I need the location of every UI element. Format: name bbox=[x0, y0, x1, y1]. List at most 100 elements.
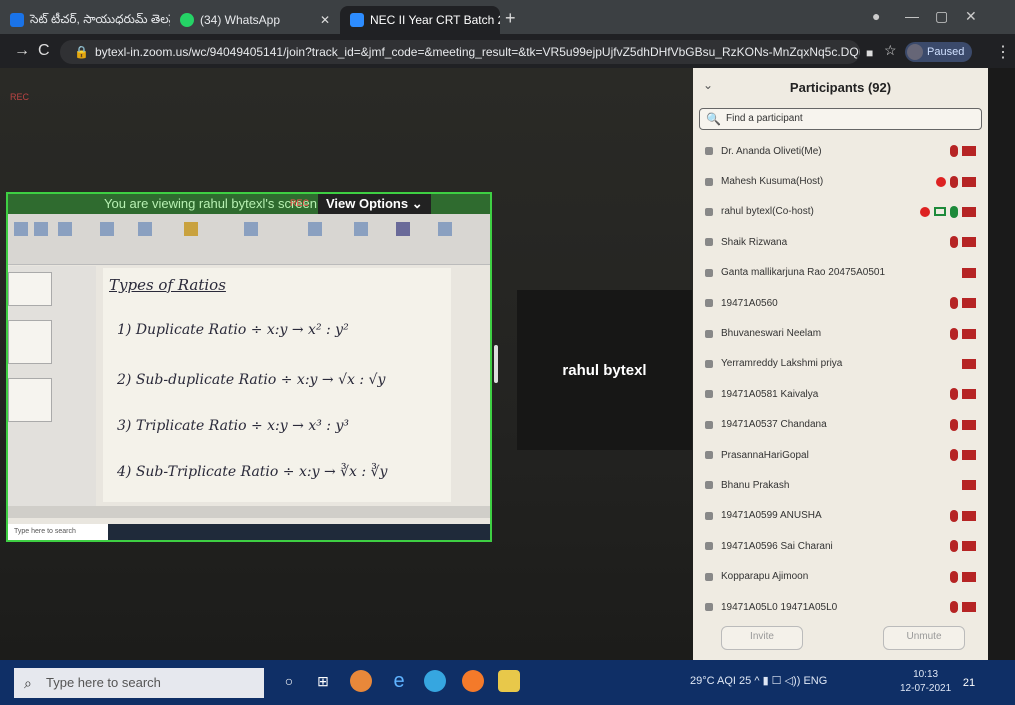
view-options-label: View Options bbox=[326, 196, 409, 211]
slide-thumbnail[interactable] bbox=[8, 320, 52, 364]
participant-row[interactable]: Bhuvaneswari Neelam bbox=[693, 318, 988, 348]
avatar bbox=[705, 238, 713, 247]
tab-label: NEC II Year CRT Batch 2 bbox=[370, 13, 500, 27]
video-off-icon bbox=[962, 389, 976, 400]
mic-muted-icon bbox=[950, 327, 958, 340]
invite-button[interactable]: Invite bbox=[721, 626, 803, 650]
ribbon-icon bbox=[138, 222, 152, 236]
minimize-button[interactable]: — bbox=[905, 8, 919, 24]
participant-row[interactable]: Shaik Rizwana bbox=[693, 227, 988, 257]
participant-row[interactable]: 19471A0581 Kaivalya bbox=[693, 379, 988, 409]
panel-title: Participants (92) bbox=[789, 80, 892, 95]
avatar bbox=[705, 207, 713, 216]
participant-status-icons bbox=[906, 509, 988, 522]
shared-screen[interactable]: You are viewing rahul bytexl's screen RE… bbox=[6, 192, 492, 542]
participant-name: 19471A0537 Chandana bbox=[721, 419, 827, 431]
video-off-icon bbox=[962, 267, 976, 278]
participant-name: PrasannaHariGopal bbox=[721, 449, 809, 461]
avatar bbox=[705, 603, 713, 612]
forward-arrow-icon[interactable]: → bbox=[14, 42, 30, 60]
avatar bbox=[705, 329, 713, 338]
participant-row[interactable]: 19471A0596 Sai Charani bbox=[693, 531, 988, 561]
participant-row[interactable]: 19471A0599 ANUSHA bbox=[693, 501, 988, 531]
new-tab-button[interactable]: + bbox=[505, 8, 516, 29]
menu-dots-icon[interactable]: ⋮ bbox=[995, 42, 1011, 62]
firefox-icon[interactable] bbox=[462, 670, 484, 692]
participant-status-icons bbox=[906, 175, 988, 188]
participant-row[interactable]: Bhanu Prakash bbox=[693, 470, 988, 500]
edge-icon[interactable]: e bbox=[388, 670, 410, 692]
profile-paused-button[interactable]: Paused bbox=[905, 42, 973, 62]
participant-status-icons bbox=[906, 236, 988, 249]
resize-handle[interactable] bbox=[494, 345, 498, 383]
participant-row[interactable]: Kopparapu Ajimoon bbox=[693, 561, 988, 591]
mic-muted-icon bbox=[950, 145, 958, 158]
slide-thumbnails bbox=[8, 266, 96, 506]
reload-icon[interactable]: C bbox=[38, 42, 50, 60]
video-off-icon bbox=[962, 146, 976, 157]
participant-name: 19471A0596 Sai Charani bbox=[721, 540, 833, 552]
mic-on-icon bbox=[950, 205, 958, 218]
avatar bbox=[907, 44, 923, 60]
notifications-icon[interactable]: 21 bbox=[958, 672, 980, 694]
participants-panel: ⌄ Participants (92) 🔍 Find a participant… bbox=[693, 68, 988, 660]
ribbon-icon bbox=[34, 222, 48, 236]
participant-row[interactable]: Mahesh Kusuma(Host) bbox=[693, 166, 988, 196]
participant-status-icons bbox=[906, 267, 988, 278]
participant-row[interactable]: 19471A0537 Chandana bbox=[693, 410, 988, 440]
participant-row[interactable]: PrasannaHariGopal bbox=[693, 440, 988, 470]
camera-icon[interactable]: ■ bbox=[866, 46, 873, 60]
participant-row[interactable]: rahul bytexl(Co-host) bbox=[693, 197, 988, 227]
shared-search-box: Type here to search bbox=[8, 524, 108, 540]
slide-thumbnail[interactable] bbox=[8, 272, 52, 306]
avatar bbox=[705, 177, 713, 186]
participant-status-icons bbox=[906, 388, 988, 401]
url-bar[interactable]: 🔒 bytexl-in.zoom.us/wc/94049405141/join?t… bbox=[60, 40, 860, 64]
participant-row[interactable]: 19471A0560 bbox=[693, 288, 988, 318]
chrome-icon[interactable] bbox=[350, 670, 372, 692]
participant-row[interactable]: Ganta mallikarjuna Rao 20475A0501 bbox=[693, 258, 988, 288]
participant-status-icons bbox=[906, 570, 988, 583]
browser-tab-1[interactable]: సెట్ టీచర్, సాయుధరుమ్ తెలపై: × bbox=[0, 6, 170, 34]
participant-row[interactable]: Yerramreddy Lakshmi priya bbox=[693, 349, 988, 379]
file-explorer-icon[interactable] bbox=[498, 670, 520, 692]
participant-status-icons bbox=[906, 540, 988, 553]
participant-search-input[interactable]: 🔍 Find a participant bbox=[699, 108, 982, 130]
avatar bbox=[705, 299, 713, 308]
search-icon: 🔍 bbox=[706, 112, 721, 126]
ribbon-icon bbox=[58, 222, 72, 236]
video-off-icon bbox=[962, 450, 976, 461]
close-tab-icon[interactable]: ✕ bbox=[320, 13, 330, 27]
system-tray[interactable]: 29°C AQI 25 ^ ▮ ☐ ◁)) ENG bbox=[690, 674, 827, 687]
cortana-icon[interactable]: ○ bbox=[278, 670, 300, 692]
screen-share-icon bbox=[934, 207, 946, 217]
mic-muted-icon bbox=[950, 297, 958, 310]
bookmark-star-icon[interactable]: ☆ bbox=[884, 42, 897, 59]
browser-icon[interactable] bbox=[424, 670, 446, 692]
taskbar-search-input[interactable]: ⌕ Type here to search bbox=[14, 668, 264, 698]
browser-tab-zoom[interactable]: NEC II Year CRT Batch 2 ● ✕ bbox=[340, 6, 500, 34]
participant-row[interactable]: Dr. Ananda Oliveti(Me) bbox=[693, 136, 988, 166]
ribbon-icon bbox=[438, 222, 452, 236]
board-heading: Types of Ratios bbox=[109, 276, 226, 294]
maximize-button[interactable]: ▢ bbox=[935, 8, 948, 25]
speaker-video-tile: rahul bytexl bbox=[517, 290, 692, 450]
task-view-icon[interactable]: ⊞ bbox=[312, 670, 334, 692]
account-icon[interactable]: ● bbox=[872, 8, 880, 24]
avatar bbox=[705, 511, 713, 520]
browser-tab-whatsapp[interactable]: (34) WhatsApp ✕ bbox=[170, 6, 340, 34]
participant-status-icons bbox=[906, 327, 988, 340]
clock[interactable]: 10:13 12-07-2021 bbox=[900, 668, 951, 696]
unmute-button[interactable]: Unmute bbox=[883, 626, 965, 650]
panel-footer: Invite Unmute bbox=[693, 616, 988, 656]
slide-thumbnail[interactable] bbox=[8, 378, 52, 422]
shared-taskbar: Type here to search bbox=[8, 524, 490, 540]
mic-muted-icon bbox=[950, 540, 958, 553]
participant-name: Dr. Ananda Oliveti(Me) bbox=[721, 145, 822, 157]
video-off-icon bbox=[962, 328, 976, 339]
ribbon-icon bbox=[396, 222, 410, 236]
participant-name: Yerramreddy Lakshmi priya bbox=[721, 358, 843, 370]
view-options-button[interactable]: View Options ⌄ bbox=[318, 194, 431, 214]
share-banner-text: You are viewing rahul bytexl's screen bbox=[104, 196, 318, 211]
close-window-button[interactable]: ✕ bbox=[965, 8, 977, 25]
